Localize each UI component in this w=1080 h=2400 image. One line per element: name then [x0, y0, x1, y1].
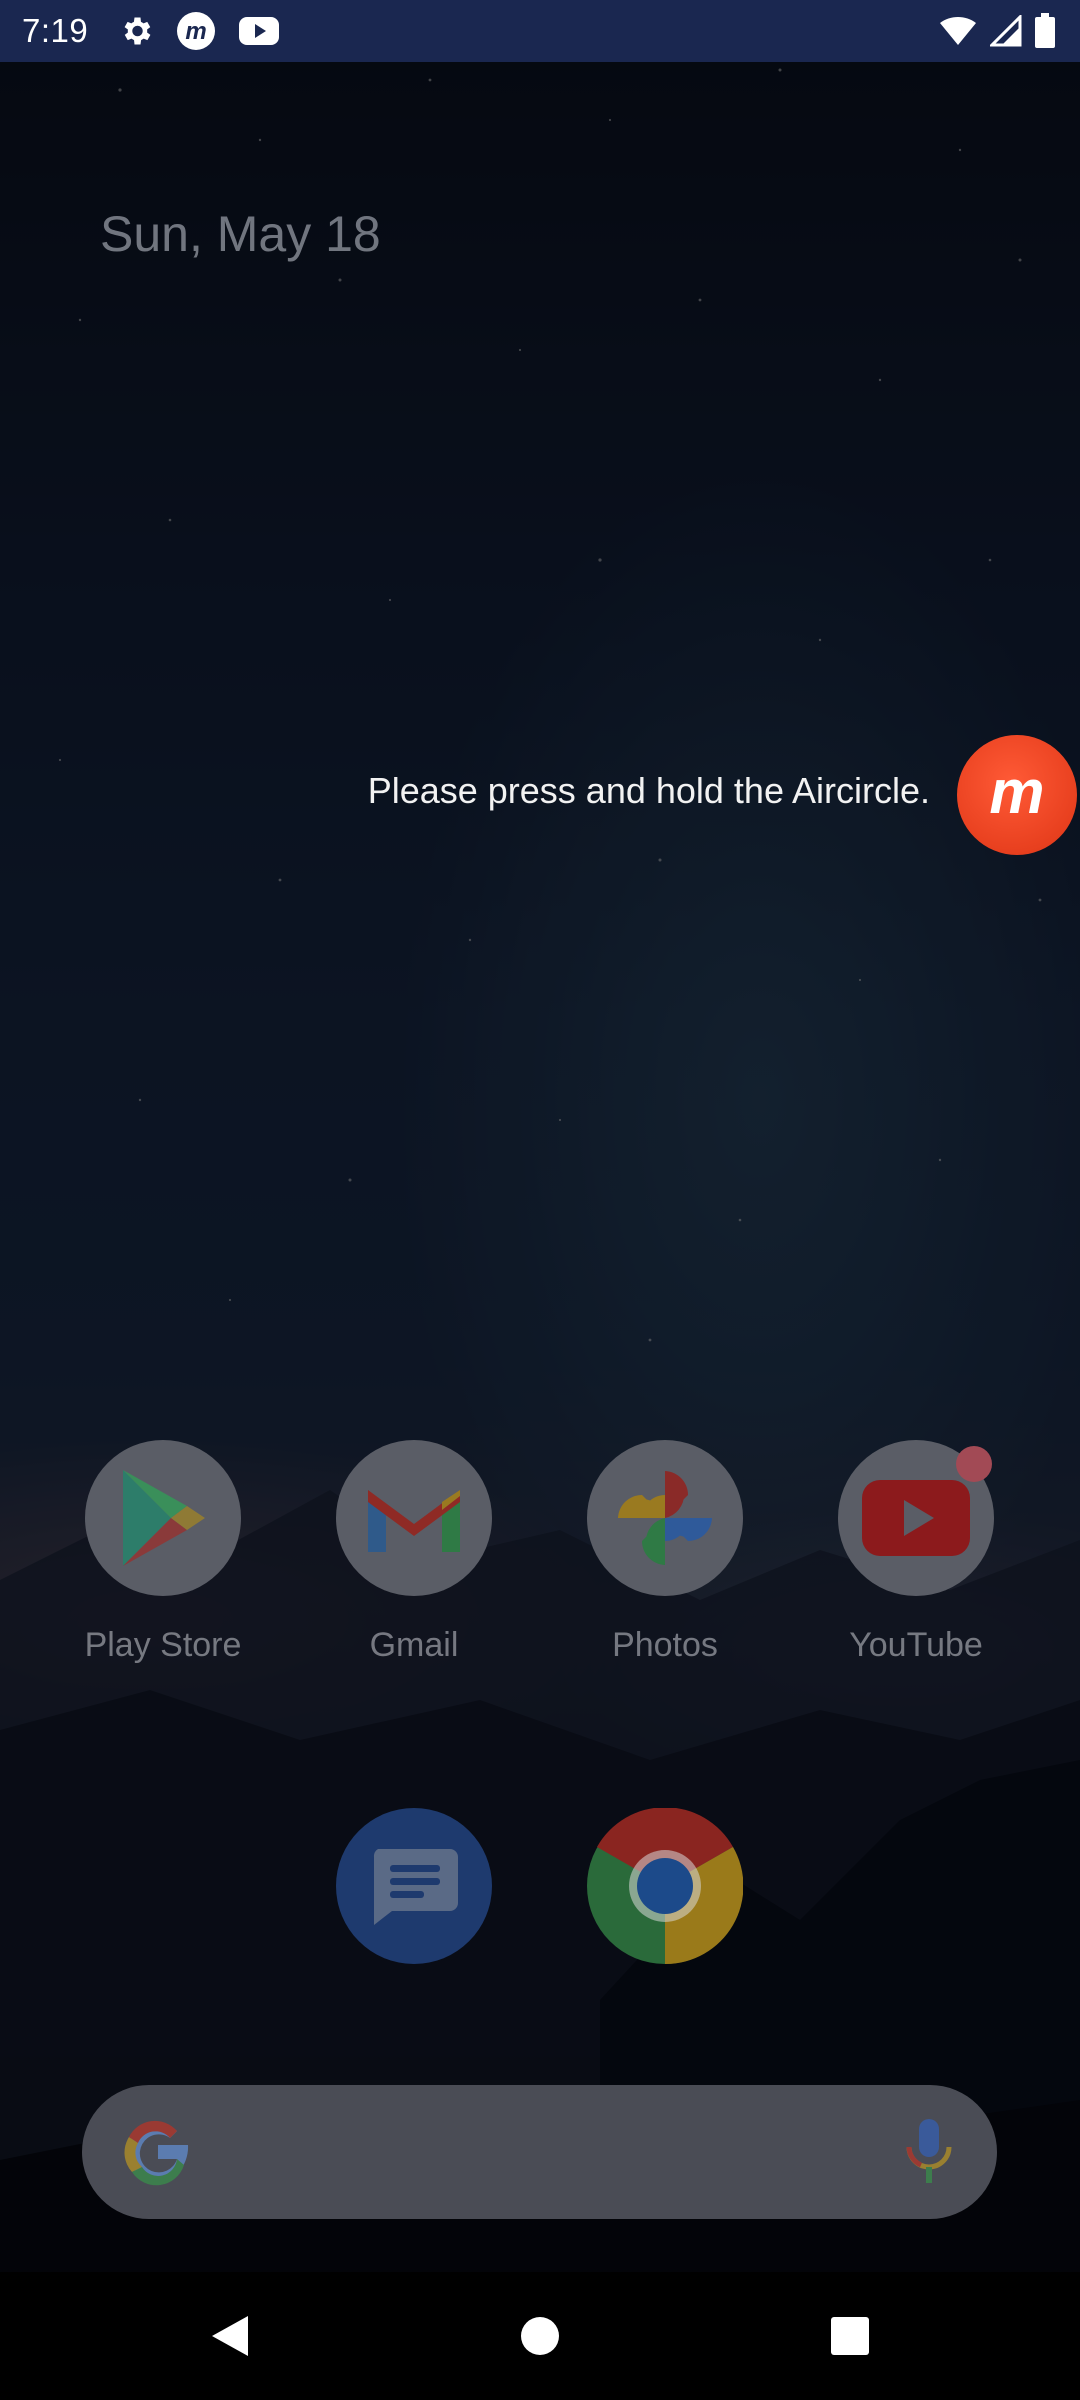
home-screen: 7:19 m Sun, May 18 Please press and hold… [0, 0, 1080, 2400]
app-youtube[interactable]: YouTube [826, 1440, 1006, 1665]
play-store-icon [85, 1440, 241, 1596]
app-label: Gmail [369, 1626, 459, 1664]
mobizen-icon: m [176, 11, 216, 51]
home-icon[interactable] [500, 2272, 580, 2400]
app-photos[interactable]: Photos [575, 1440, 755, 1665]
app-gmail[interactable]: Gmail [324, 1440, 504, 1665]
app-label: YouTube [849, 1626, 983, 1664]
app-chrome[interactable] [575, 1808, 755, 1964]
navigation-bar [0, 2272, 1080, 2400]
status-system-icons [938, 0, 1056, 62]
dim-overlay [0, 62, 1080, 2272]
app-label: Play Store [84, 1626, 242, 1664]
signal-icon [990, 15, 1022, 47]
messages-icon [336, 1808, 492, 1964]
photos-icon [587, 1440, 743, 1596]
battery-icon [1034, 13, 1056, 49]
mic-icon[interactable] [901, 2115, 957, 2194]
status-time: 7:19 [22, 12, 89, 49]
date-widget[interactable]: Sun, May 18 [100, 205, 381, 263]
svg-text:m: m [186, 18, 207, 45]
app-label: Photos [612, 1626, 718, 1664]
google-search-bar[interactable] [82, 2085, 997, 2219]
notification-badge [956, 1446, 992, 1482]
app-messages[interactable] [324, 1808, 504, 1964]
mobizen-aircircle-icon: m [989, 765, 1044, 825]
app-play-store[interactable]: Play Store [73, 1440, 253, 1665]
status-bar: 7:19 m [0, 0, 1080, 62]
youtube-icon [238, 15, 280, 47]
google-g-icon [122, 2117, 192, 2192]
svg-text:m: m [989, 765, 1044, 825]
gear-icon [118, 13, 154, 49]
gmail-icon [336, 1440, 492, 1596]
youtube-icon [838, 1440, 994, 1596]
wifi-icon [938, 15, 978, 47]
recents-icon[interactable] [810, 2272, 890, 2400]
status-notification-icons: m [118, 11, 280, 51]
chrome-icon [587, 1808, 743, 1964]
back-icon[interactable] [190, 2272, 270, 2400]
mobizen-aircircle-button[interactable]: m [957, 735, 1077, 855]
aircircle-hint-text: Please press and hold the Aircircle. [367, 770, 930, 811]
